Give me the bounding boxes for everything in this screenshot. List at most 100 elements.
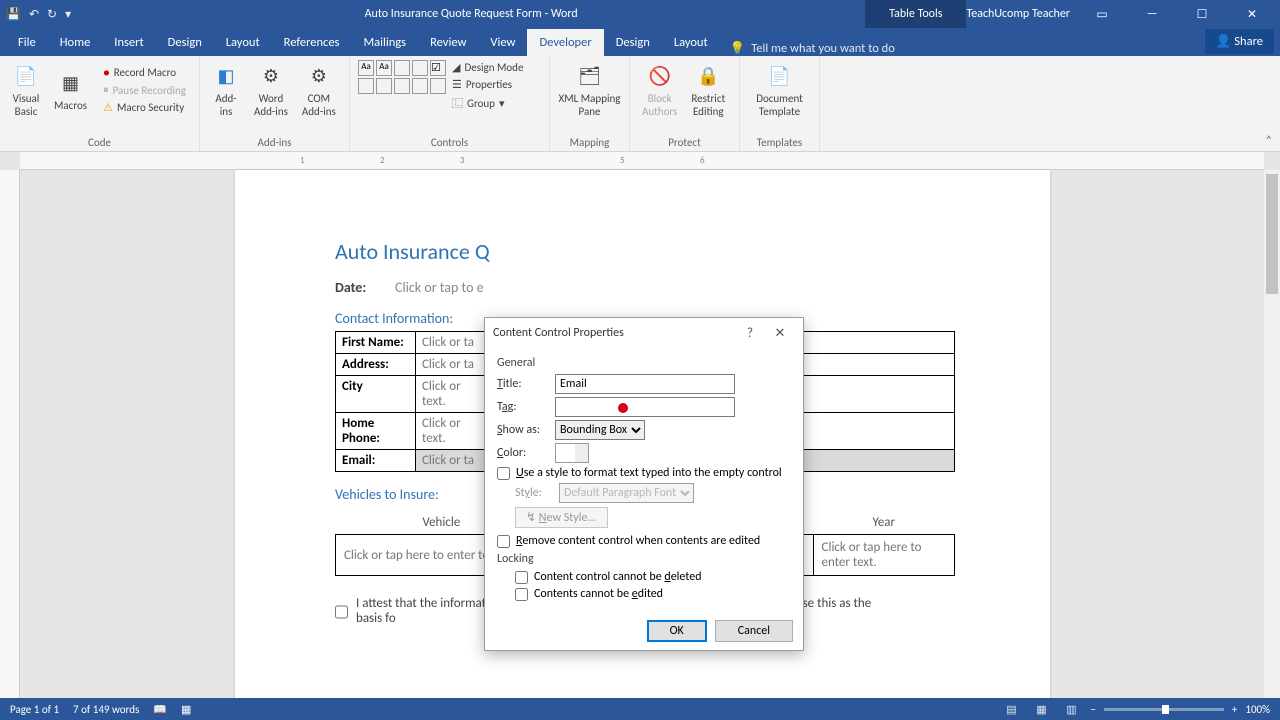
status-bar: Page 1 of 1 7 of 149 words 📖 ▦ ▤ ▦ ▥ − +… xyxy=(0,698,1280,720)
datepicker-control-icon[interactable] xyxy=(394,78,410,94)
addins-icon: ◧ xyxy=(212,62,240,90)
color-picker[interactable] xyxy=(555,443,589,463)
tab-review[interactable]: Review xyxy=(418,29,478,56)
tab-view[interactable]: View xyxy=(478,29,527,56)
share-button[interactable]: 👤 Share xyxy=(1205,29,1274,54)
tag-input[interactable] xyxy=(555,397,735,417)
vertical-ruler[interactable] xyxy=(0,170,20,698)
title-input[interactable] xyxy=(555,374,735,394)
macros-button[interactable]: ▦Macros xyxy=(50,67,91,114)
richtext-control-icon[interactable]: Aa xyxy=(358,60,374,76)
tab-mailings[interactable]: Mailings xyxy=(351,29,418,56)
qat-dropdown-icon[interactable]: ▾ xyxy=(65,7,71,22)
tab-layout[interactable]: Layout xyxy=(214,29,272,56)
zoom-thumb[interactable] xyxy=(1162,705,1169,714)
document-template-button[interactable]: 📄Document Template xyxy=(748,60,811,120)
legacy-tools-icon[interactable] xyxy=(430,78,446,94)
scrollbar-thumb[interactable] xyxy=(1266,174,1278,294)
tab-table-layout[interactable]: Layout xyxy=(662,29,720,56)
word-addins-button[interactable]: ⚙Word Add-ins xyxy=(250,60,292,120)
redo-icon[interactable]: ↻ xyxy=(47,7,57,22)
restrict-editing-button[interactable]: 🔒Restrict Editing xyxy=(687,60,729,120)
tab-file[interactable]: File xyxy=(6,29,48,56)
tab-home[interactable]: Home xyxy=(48,29,103,56)
design-mode-button[interactable]: ◢Design Mode xyxy=(450,60,525,75)
content-control-properties-dialog: Content Control Properties ? ✕ General T… xyxy=(484,317,804,651)
collapse-ribbon-icon[interactable]: ˄ xyxy=(1266,134,1272,148)
horizontal-ruler[interactable]: 12 35 6 xyxy=(20,152,1264,170)
tab-developer[interactable]: Developer xyxy=(527,29,603,56)
combobox-control-icon[interactable] xyxy=(358,78,374,94)
group-controls: Aa Aa ☑ ◢Design Mode ☰Properties ⿺Group▾… xyxy=(350,56,550,151)
ribbon-display-icon[interactable]: ▭ xyxy=(1084,7,1120,22)
macro-security-button[interactable]: ⚠Macro Security xyxy=(101,100,188,115)
group-button[interactable]: ⿺Group▾ xyxy=(450,94,525,112)
group-mapping: 🗂XML Mapping Pane Mapping xyxy=(550,56,630,151)
tab-table-design[interactable]: Design xyxy=(604,29,662,56)
cannot-delete-checkbox[interactable] xyxy=(515,571,528,584)
checkbox-control-icon[interactable]: ☑ xyxy=(430,60,446,76)
group-templates: 📄Document Template Templates xyxy=(740,56,820,151)
pause-recording-button: ⏸Pause Recording xyxy=(101,82,188,98)
close-icon[interactable]: ✕ xyxy=(1234,7,1270,22)
web-layout-icon[interactable]: ▥ xyxy=(1060,703,1082,716)
record-macro-button[interactable]: ●Record Macro xyxy=(101,65,188,80)
word-count[interactable]: 7 of 149 words xyxy=(73,703,139,716)
remove-control-checkbox[interactable] xyxy=(497,535,510,548)
cancel-button[interactable]: Cancel xyxy=(715,620,793,642)
tab-design[interactable]: Design xyxy=(156,29,214,56)
picture-control-icon[interactable] xyxy=(394,60,410,76)
use-style-checkbox[interactable] xyxy=(497,467,510,480)
group-addins: ◧Add- ins ⚙Word Add-ins ⚙COM Add-ins Add… xyxy=(200,56,350,151)
help-button[interactable]: ? xyxy=(735,326,765,341)
document-title: Auto Insurance Quote Request Form - Word xyxy=(77,7,865,21)
dialog-close-icon[interactable]: ✕ xyxy=(765,326,795,341)
minimize-icon[interactable]: — xyxy=(1134,7,1170,21)
zoom-out-icon[interactable]: − xyxy=(1090,703,1095,716)
tab-references[interactable]: References xyxy=(272,29,352,56)
com-addins-button[interactable]: ⚙COM Add-ins xyxy=(298,60,340,120)
attest-checkbox[interactable] xyxy=(335,598,348,626)
zoom-slider[interactable] xyxy=(1104,708,1224,711)
lightbulb-icon: 💡 xyxy=(730,41,746,56)
macro-indicator-icon[interactable]: ▦ xyxy=(181,703,191,716)
addins-button[interactable]: ◧Add- ins xyxy=(208,60,244,120)
visual-basic-button[interactable]: 📄Visual Basic xyxy=(8,60,44,120)
tab-insert[interactable]: Insert xyxy=(102,29,155,56)
general-section-label: General xyxy=(497,356,791,370)
workspace: 12 35 6 Auto Insurance Q Date:Click or t… xyxy=(0,152,1280,698)
tell-me[interactable]: 💡 Tell me what you want to do xyxy=(730,41,895,56)
design-mode-icon: ◢ xyxy=(452,61,460,74)
remove-control-label: Remove content control when contents are… xyxy=(516,534,760,548)
buildingblock-control-icon[interactable] xyxy=(412,60,428,76)
date-placeholder[interactable]: Click or tap to e xyxy=(395,279,484,296)
table-tools-tab-context: Table Tools xyxy=(865,0,966,28)
spellcheck-icon[interactable]: 📖 xyxy=(153,703,167,716)
macros-icon: ▦ xyxy=(57,69,85,97)
style-label: Style: xyxy=(515,486,553,500)
cannot-edit-checkbox[interactable] xyxy=(515,588,528,601)
save-icon[interactable]: 💾 xyxy=(6,7,21,22)
plaintext-control-icon[interactable]: Aa xyxy=(376,60,392,76)
group-icon: ⿺ xyxy=(452,95,463,111)
zoom-level[interactable]: 100% xyxy=(1245,703,1270,716)
dropdown-control-icon[interactable] xyxy=(376,78,392,94)
print-layout-icon[interactable]: ▦ xyxy=(1030,703,1052,716)
read-mode-icon[interactable]: ▤ xyxy=(1000,703,1022,716)
maximize-icon[interactable]: ☐ xyxy=(1184,7,1220,22)
xml-mapping-button[interactable]: 🗂XML Mapping Pane xyxy=(558,60,621,120)
properties-button[interactable]: ☰Properties xyxy=(450,77,525,92)
showas-select[interactable]: Bounding Box xyxy=(555,420,645,440)
cannot-edit-label: Contents cannot be edited xyxy=(534,587,663,601)
ribbon-tabs: File Home Insert Design Layout Reference… xyxy=(0,28,1280,56)
repeating-control-icon[interactable] xyxy=(412,78,428,94)
group-code: 📄Visual Basic ▦Macros ●Record Macro ⏸Pau… xyxy=(0,56,200,151)
vertical-scrollbar[interactable] xyxy=(1264,170,1280,698)
record-icon: ● xyxy=(103,66,110,79)
page-status[interactable]: Page 1 of 1 xyxy=(10,703,59,716)
zoom-in-icon[interactable]: + xyxy=(1232,703,1237,716)
ok-button[interactable]: OK xyxy=(647,620,707,642)
showas-label: Show as: xyxy=(497,423,549,437)
new-style-button: ↯ New Style... xyxy=(515,507,608,528)
undo-icon[interactable]: ↶ xyxy=(29,7,39,22)
